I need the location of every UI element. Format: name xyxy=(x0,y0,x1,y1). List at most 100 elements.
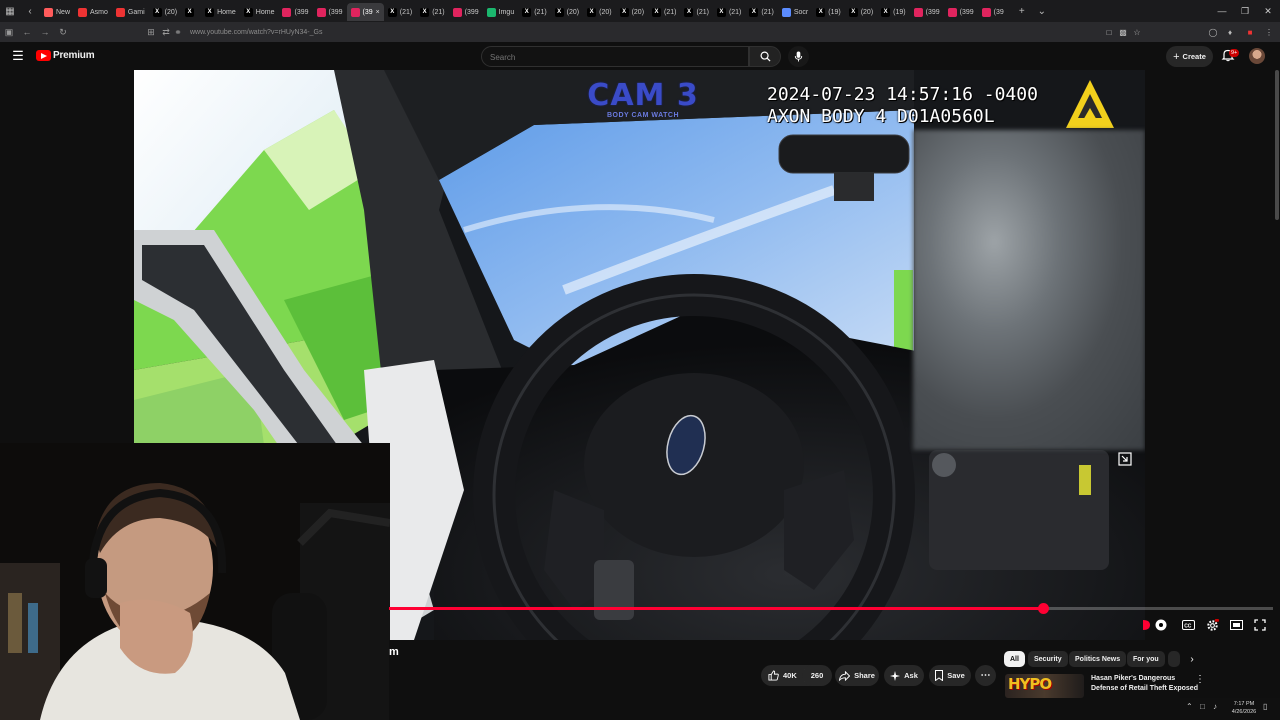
volume-icon[interactable]: ♪ xyxy=(1213,702,1217,711)
account-avatar[interactable] xyxy=(1249,48,1265,64)
site-info-icon[interactable]: ⊞ xyxy=(142,22,160,42)
youtube-premium-logo[interactable]: Premium xyxy=(36,50,95,61)
more-actions-button[interactable]: ⋯ xyxy=(975,665,996,686)
captions-button[interactable]: CC xyxy=(1180,617,1196,633)
browser-tab[interactable]: Gami xyxy=(112,3,149,21)
cam-subtitle: BODY CAM WATCH xyxy=(606,112,680,119)
browser-tab[interactable]: X Home xyxy=(240,3,279,21)
chip-truncated[interactable] xyxy=(1168,651,1180,667)
browser-tab[interactable]: Imgu xyxy=(483,3,519,21)
forward-button[interactable]: → xyxy=(36,22,54,42)
browser-tab[interactable]: X (21) xyxy=(680,3,712,21)
browser-tab[interactable]: (399 xyxy=(313,3,347,21)
fullscreen-button[interactable] xyxy=(1252,617,1268,633)
chip-security[interactable]: Security xyxy=(1028,651,1068,667)
voice-search-button[interactable] xyxy=(788,46,809,67)
recommendation-menu-icon[interactable]: ⋮ xyxy=(1195,674,1205,685)
taskbar-clock[interactable]: 7:17 PM 4/26/2026 xyxy=(1230,700,1258,716)
picture-in-picture-icon[interactable]: ▩ xyxy=(1116,22,1130,42)
browser-tab[interactable]: (39 xyxy=(978,3,1008,21)
share-button[interactable]: Share xyxy=(835,665,879,686)
sidebar-toggle-icon[interactable]: ▣ xyxy=(0,22,18,42)
blurred-region xyxy=(913,130,1145,450)
install-app-icon[interactable]: □ xyxy=(1102,22,1116,42)
browser-tab[interactable]: X xyxy=(181,3,201,21)
tab-favicon-icon: X xyxy=(185,7,195,17)
page-scrollbar[interactable] xyxy=(1274,70,1280,220)
browser-tab[interactable]: X (20) xyxy=(583,3,615,21)
bookmark-star-icon[interactable]: ☆ xyxy=(1130,22,1144,42)
chip-politics-news[interactable]: Politics News xyxy=(1069,651,1127,667)
url-text[interactable]: www.youtube.com/watch?v=rHUyN34-_Gs xyxy=(190,29,322,36)
video-progress-bar[interactable] xyxy=(389,603,1273,614)
tab-favicon-icon xyxy=(981,7,991,17)
browser-tab[interactable]: (399 xyxy=(910,3,944,21)
browser-tab[interactable]: X (20) xyxy=(845,3,877,21)
browser-tab[interactable]: Asmo xyxy=(74,3,112,21)
browser-tab[interactable]: X (21) xyxy=(648,3,680,21)
miniplayer-icon[interactable] xyxy=(1118,452,1132,466)
comments-button[interactable]: 260 xyxy=(802,665,832,686)
chevron-right-icon[interactable]: › xyxy=(1186,654,1198,666)
permissions-icon[interactable]: ⇄ xyxy=(160,22,172,42)
browser-tab[interactable]: X (21) xyxy=(416,3,448,21)
tab-close-icon[interactable]: × xyxy=(376,9,380,16)
tray-chevron-icon[interactable]: ⌃ xyxy=(1186,702,1193,711)
ask-button[interactable]: Ask xyxy=(884,665,924,686)
browser-tab[interactable]: (399 xyxy=(449,3,483,21)
browser-tab[interactable]: (399 xyxy=(278,3,312,21)
reload-button[interactable]: ↻ xyxy=(54,22,72,42)
autoplay-toggle[interactable] xyxy=(1153,617,1169,633)
extension-badge-icon[interactable]: ■ xyxy=(1243,22,1257,42)
search-input[interactable] xyxy=(482,48,748,67)
chip-for-you[interactable]: For you xyxy=(1127,651,1165,667)
scrollbar-thumb[interactable] xyxy=(1275,70,1279,220)
minimize-button[interactable]: — xyxy=(1210,0,1234,22)
browser-tab[interactable]: X (21) xyxy=(745,3,777,21)
tab-favicon-icon xyxy=(350,7,360,17)
maximize-button[interactable]: ❐ xyxy=(1233,0,1257,22)
tab-favicon-icon xyxy=(44,7,53,17)
browser-menu-icon[interactable]: ⋮ xyxy=(1262,22,1276,42)
settings-button[interactable] xyxy=(1204,617,1220,633)
browser-tab[interactable]: X (21) xyxy=(384,3,416,21)
back-button[interactable]: ← xyxy=(18,22,36,42)
browser-tab[interactable]: X (21) xyxy=(518,3,550,21)
tab-search-icon[interactable]: ⌄ xyxy=(1032,0,1052,22)
browser-tab[interactable]: (39 × xyxy=(346,3,384,21)
browser-tab[interactable]: X (19) xyxy=(812,3,844,21)
browser-tab[interactable]: X (20) xyxy=(616,3,648,21)
search-box[interactable] xyxy=(481,46,749,67)
browser-tab[interactable]: Socr xyxy=(778,3,812,21)
create-button[interactable]: + Create xyxy=(1166,46,1213,67)
browser-tab[interactable]: X (20) xyxy=(149,3,181,21)
tab-label: (20) xyxy=(599,8,612,16)
recommendation-thumbnail[interactable]: HYPO xyxy=(1005,674,1084,698)
streamer-webcam-image xyxy=(0,443,390,720)
profile-icon[interactable]: ◯ xyxy=(1206,22,1220,42)
like-button[interactable]: 40K xyxy=(768,670,797,681)
browser-tab[interactable]: New xyxy=(40,3,74,21)
browser-tab[interactable]: (399 xyxy=(944,3,978,21)
tab-scroll-left-icon[interactable]: ‹ xyxy=(20,0,40,22)
tab-label: (20) xyxy=(566,8,580,16)
browser-tab[interactable]: X (20) xyxy=(551,3,583,21)
notification-center-icon[interactable]: ▯ xyxy=(1263,702,1267,711)
live-chat-icon[interactable] xyxy=(1138,617,1154,633)
recommendation-title[interactable]: Hasan Piker's Dangerous Defense of Retai… xyxy=(1091,674,1199,694)
browser-tab[interactable]: X Home xyxy=(201,3,240,21)
new-tab-button[interactable]: + xyxy=(1012,0,1032,22)
privacy-icon[interactable]: ⚭ xyxy=(172,22,184,42)
chip-all[interactable]: All xyxy=(1004,651,1025,667)
theater-mode-button[interactable] xyxy=(1228,617,1244,633)
close-window-button[interactable]: ✕ xyxy=(1256,0,1280,22)
browser-tab[interactable]: X (21) xyxy=(713,3,745,21)
browser-tab[interactable]: X (19) xyxy=(877,3,909,21)
guide-menu-icon[interactable]: ☰ xyxy=(10,48,26,64)
extensions-icon[interactable]: ♦ xyxy=(1223,22,1237,42)
tab-overview-icon[interactable]: ▦ xyxy=(0,0,20,22)
search-button[interactable] xyxy=(749,46,781,67)
save-button[interactable]: Save xyxy=(929,665,971,686)
create-label: Create xyxy=(1182,52,1206,61)
network-icon[interactable]: □ xyxy=(1200,702,1205,711)
